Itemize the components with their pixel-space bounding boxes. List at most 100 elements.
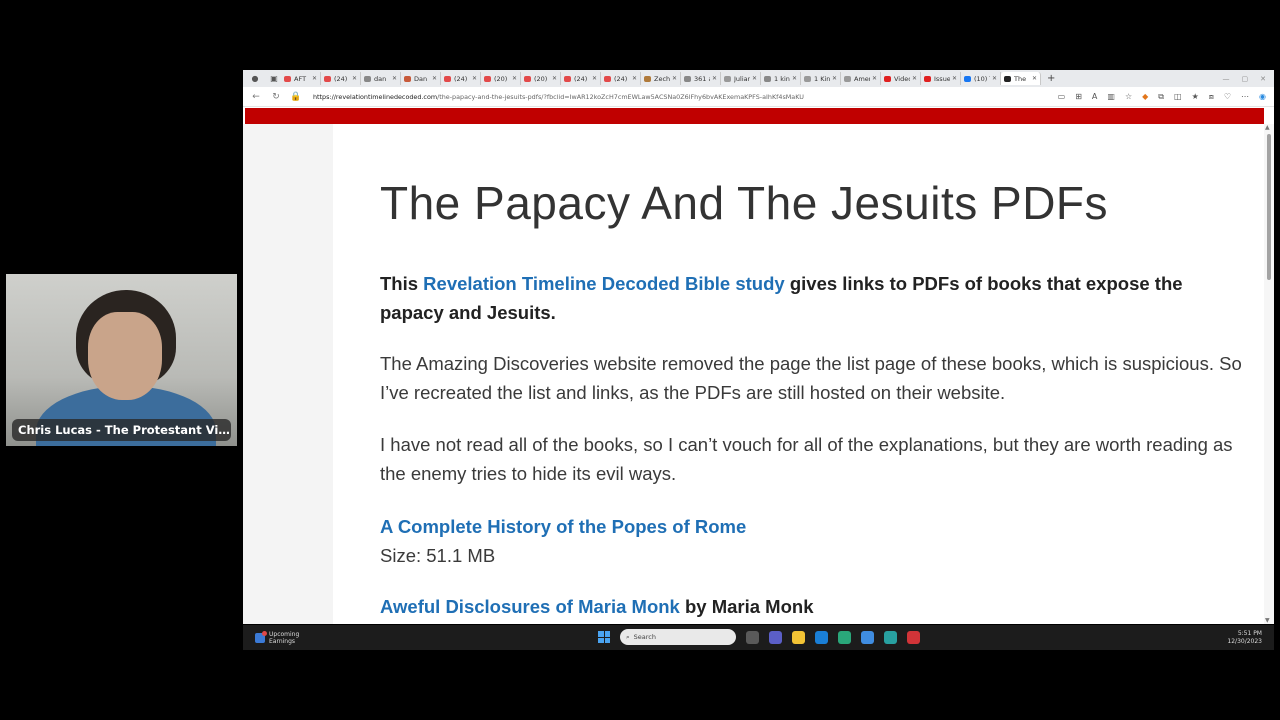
close-window-icon[interactable]: ✕ bbox=[1260, 75, 1266, 83]
browser-tab[interactable]: 361 ad n✕ bbox=[681, 72, 721, 85]
lock-icon[interactable]: 🔒 bbox=[289, 92, 303, 102]
browser-tab[interactable]: Julian th✕ bbox=[721, 72, 761, 85]
file-explorer-icon[interactable] bbox=[792, 630, 805, 644]
tab-close-icon[interactable]: ✕ bbox=[952, 75, 957, 82]
tab-close-icon[interactable]: ✕ bbox=[312, 75, 317, 82]
book-link[interactable]: A Complete History of the Popes of Rome bbox=[380, 516, 746, 537]
favorite-star-icon[interactable]: ☆ bbox=[1125, 92, 1132, 102]
browser-tab[interactable]: Video de✕ bbox=[881, 72, 921, 85]
browser-tab[interactable]: (24) ✕ bbox=[601, 72, 641, 85]
browser-tab[interactable]: The ✕ bbox=[1001, 72, 1041, 85]
scrollbar-thumb[interactable] bbox=[1267, 134, 1271, 280]
taskbar-search-input[interactable]: ⌕ Search bbox=[620, 629, 736, 645]
tab-label: (24) bbox=[334, 74, 348, 83]
store-icon[interactable] bbox=[861, 630, 874, 644]
scroll-down-icon[interactable]: ▼ bbox=[1265, 617, 1270, 624]
webcam-tile: Chris Lucas - The Protestant View ... bbox=[6, 274, 237, 446]
tab-close-icon[interactable]: ✕ bbox=[512, 75, 517, 82]
search-placeholder: Search bbox=[633, 633, 656, 641]
url-field[interactable]: https://revelationtimelinedecoded.com/th… bbox=[313, 93, 804, 101]
tab-label: (20) bbox=[534, 74, 548, 83]
browser-tab[interactable]: 1 Kings 9✕ bbox=[801, 72, 841, 85]
tab-close-icon[interactable]: ✕ bbox=[472, 75, 477, 82]
metamask-icon[interactable]: ◆ bbox=[1142, 92, 1148, 102]
widgets-button[interactable]: Upcoming Earnings bbox=[255, 630, 300, 645]
tab-close-icon[interactable]: ✕ bbox=[752, 75, 757, 82]
tab-close-icon[interactable]: ✕ bbox=[832, 75, 837, 82]
maximize-icon[interactable]: ▢ bbox=[1242, 75, 1249, 83]
tab-favicon-icon bbox=[604, 75, 611, 82]
collections-icon[interactable]: ⧈ bbox=[1209, 92, 1214, 102]
new-tab-button[interactable]: + bbox=[1047, 73, 1055, 84]
back-icon[interactable]: ← bbox=[249, 92, 263, 102]
book-link[interactable]: Aweful Disclosures of Maria Monk bbox=[380, 596, 680, 617]
tab-close-icon[interactable]: ✕ bbox=[632, 75, 637, 82]
tab-close-icon[interactable]: ✕ bbox=[592, 75, 597, 82]
tab-close-icon[interactable]: ✕ bbox=[352, 75, 357, 82]
edge-dev-icon[interactable] bbox=[884, 630, 897, 644]
browser-tab[interactable]: (20) ✕ bbox=[521, 72, 561, 85]
taskbar: Upcoming Earnings ⌕ Search 5:51 PM 12/30… bbox=[243, 625, 1274, 650]
apps-icon[interactable]: ⊞ bbox=[1075, 92, 1082, 102]
browser-tab[interactable]: (24) ✕ bbox=[561, 72, 601, 85]
cast-icon[interactable]: ▭ bbox=[1058, 92, 1066, 102]
copilot-icon[interactable]: ◉ bbox=[1259, 92, 1266, 102]
tab-close-icon[interactable]: ✕ bbox=[792, 75, 797, 82]
more-icon[interactable]: ⋯ bbox=[1241, 92, 1249, 102]
tab-favicon-icon bbox=[564, 75, 571, 82]
profile-icon[interactable]: ● bbox=[248, 72, 262, 86]
search-icon: ⌕ bbox=[626, 632, 630, 641]
task-view-icon[interactable] bbox=[746, 630, 759, 644]
tab-close-icon[interactable]: ✕ bbox=[872, 75, 877, 82]
tab-label: Dan bbox=[414, 74, 428, 83]
tab-close-icon[interactable]: ✕ bbox=[432, 75, 437, 82]
tab-close-icon[interactable]: ✕ bbox=[672, 75, 677, 82]
pdf-reader-icon[interactable] bbox=[907, 630, 920, 644]
tab-favicon-icon bbox=[444, 75, 451, 82]
page-title: The Papacy And The Jesuits PDFs bbox=[380, 177, 1109, 229]
read-aloud-icon[interactable]: A bbox=[1092, 92, 1097, 102]
bing-icon[interactable] bbox=[815, 630, 828, 644]
tab-strip: AFT ✕ (24) ✕ dan ✕ Dan ✕ (24) ✕ (20) ✕ (20) ✕ (24) ✕ (24… bbox=[281, 72, 1041, 85]
browser-tab[interactable]: Amenho✕ bbox=[841, 72, 881, 85]
browser-tab[interactable]: Issues w✕ bbox=[921, 72, 961, 85]
explanation-paragraph: The Amazing Discoveries website removed … bbox=[380, 353, 1242, 403]
browser-tab[interactable]: (24) ✕ bbox=[321, 72, 361, 85]
split-view-icon[interactable]: ◫ bbox=[1174, 92, 1182, 102]
extensions-icon[interactable]: ⧉ bbox=[1158, 92, 1164, 102]
browser-tab[interactable]: dan ✕ bbox=[361, 72, 401, 85]
tab-favicon-icon bbox=[404, 75, 411, 82]
browser-tab[interactable]: AFT ✕ bbox=[281, 72, 321, 85]
refresh-icon[interactable]: ↻ bbox=[269, 92, 283, 102]
tab-close-icon[interactable]: ✕ bbox=[712, 75, 717, 82]
intro-paragraph: This Revelation Timeline Decoded Bible s… bbox=[380, 269, 1250, 327]
webcam-name-label: Chris Lucas - The Protestant View ... bbox=[12, 419, 231, 441]
tab-favicon-icon bbox=[884, 75, 891, 82]
tab-favicon-icon bbox=[764, 75, 771, 82]
browser-tab[interactable]: 1 kings c✕ bbox=[761, 72, 801, 85]
browser-tab[interactable]: Zecharia✕ bbox=[641, 72, 681, 85]
browser-tab[interactable]: Dan ✕ bbox=[401, 72, 441, 85]
browser-essentials-icon[interactable]: ♡ bbox=[1224, 92, 1231, 102]
system-clock[interactable]: 5:51 PM 12/30/2023 bbox=[1227, 630, 1262, 646]
split-screen-icon[interactable]: ▥ bbox=[1107, 92, 1115, 102]
tab-close-icon[interactable]: ✕ bbox=[552, 75, 557, 82]
tab-close-icon[interactable]: ✕ bbox=[392, 75, 397, 82]
study-link[interactable]: Revelation Timeline Decoded Bible study bbox=[423, 273, 785, 294]
browser-tab[interactable]: (20) ✕ bbox=[481, 72, 521, 85]
favorites-icon[interactable]: ★ bbox=[1192, 92, 1199, 102]
minimize-icon[interactable]: — bbox=[1223, 75, 1230, 83]
webcam-person-face bbox=[88, 312, 162, 400]
browser-tab[interactable]: (24) ✕ bbox=[441, 72, 481, 85]
teams-chat-icon[interactable] bbox=[769, 630, 782, 644]
page-scrollbar[interactable]: ▲ ▼ bbox=[1264, 124, 1274, 624]
widget-line-1: Upcoming bbox=[269, 630, 300, 638]
start-icon[interactable] bbox=[598, 631, 610, 643]
edge-icon[interactable] bbox=[838, 630, 851, 644]
tab-close-icon[interactable]: ✕ bbox=[912, 75, 917, 82]
tab-close-icon[interactable]: ✕ bbox=[1032, 75, 1037, 82]
browser-tab[interactable]: (10) The✕ bbox=[961, 72, 1001, 85]
scroll-up-icon[interactable]: ▲ bbox=[1265, 124, 1270, 131]
tab-close-icon[interactable]: ✕ bbox=[992, 75, 997, 82]
tab-actions-icon[interactable]: ▣ bbox=[267, 72, 281, 86]
